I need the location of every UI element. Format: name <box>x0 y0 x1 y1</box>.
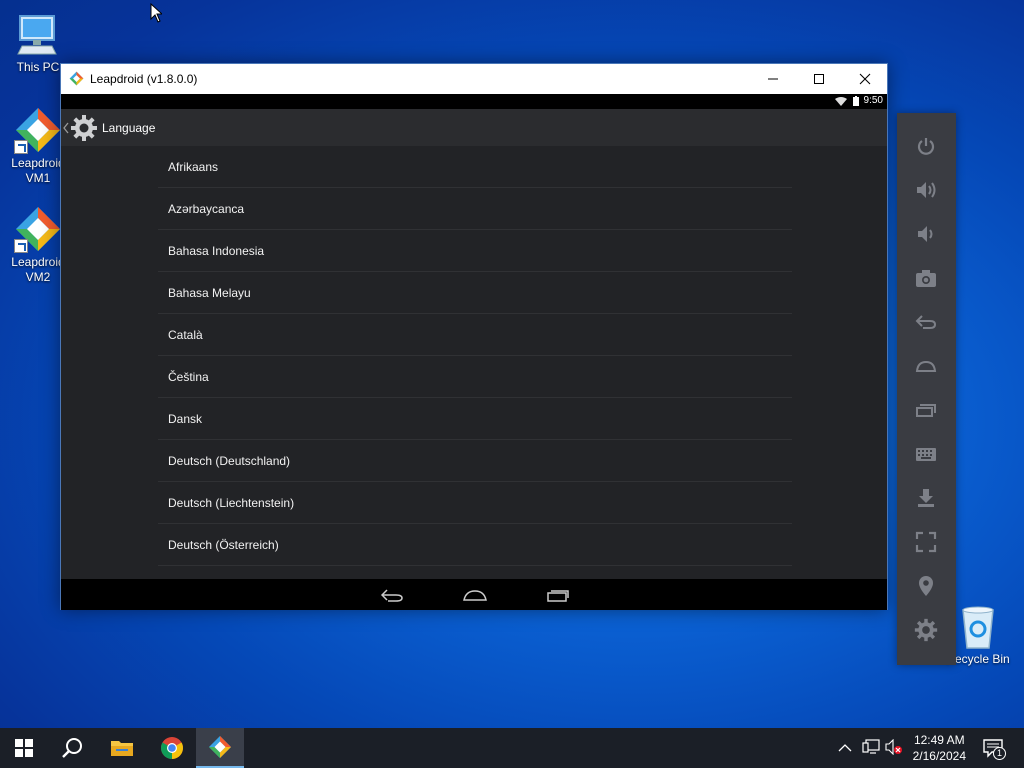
wifi-icon <box>835 97 847 106</box>
keyboard-icon <box>916 448 936 461</box>
recents-icon <box>547 590 569 602</box>
back-icon <box>915 315 937 329</box>
taskbar-chrome[interactable] <box>148 728 196 768</box>
language-item[interactable]: Azərbaycanca <box>158 188 792 230</box>
tool-home-button[interactable] <box>911 351 941 381</box>
settings-gear-icon <box>71 115 97 141</box>
language-item[interactable]: Bahasa Indonesia <box>158 230 792 272</box>
settings-icon <box>914 618 938 642</box>
screenshot-button[interactable] <box>911 263 941 293</box>
leapdroid-icon <box>69 71 84 86</box>
search-icon <box>62 738 82 758</box>
network-tray-button[interactable] <box>862 739 882 757</box>
taskbar-leapdroid[interactable] <box>196 728 244 768</box>
close-icon <box>859 73 871 85</box>
recycle-bin-icon <box>954 602 1002 650</box>
language-list: Afrikaans Azərbaycanca Bahasa Indonesia … <box>158 146 792 566</box>
language-item[interactable]: Deutsch (Deutschland) <box>158 440 792 482</box>
notification-count-badge: 1 <box>993 747 1006 760</box>
battery-icon <box>853 96 859 106</box>
tray-time: 12:49 AM <box>913 733 965 747</box>
android-clock: 9:50 <box>863 95 883 106</box>
volume-down-button[interactable] <box>911 219 941 249</box>
window-titlebar[interactable]: Leapdroid (v1.8.0.0) <box>61 64 887 94</box>
up-navigation-button[interactable] <box>63 113 101 143</box>
taskbar: 12:49 AM 2/16/2024 1 <box>0 728 1024 768</box>
window-title: Leapdroid (v1.8.0.0) <box>90 72 198 86</box>
keyboard-button[interactable] <box>911 439 941 469</box>
windows-logo-icon <box>15 739 33 757</box>
camera-icon <box>916 270 936 287</box>
shortcut-arrow-icon <box>14 239 28 253</box>
volume-up-icon <box>917 182 936 198</box>
mouse-cursor-icon <box>150 3 162 23</box>
maximize-button[interactable] <box>796 64 842 94</box>
shortcut-arrow-icon <box>14 140 28 154</box>
start-button[interactable] <box>0 728 48 768</box>
chevron-left-icon <box>63 122 69 134</box>
volume-down-icon <box>918 226 933 242</box>
desktop-icon-label: Leapdroid VM2 <box>11 255 65 284</box>
back-icon <box>380 589 403 602</box>
action-center-button[interactable]: 1 <box>980 736 1010 762</box>
show-hidden-icons-button[interactable] <box>838 740 854 756</box>
power-icon <box>917 138 935 155</box>
close-button[interactable] <box>842 64 888 94</box>
desktop-icon-label: Leapdroid VM1 <box>11 156 65 185</box>
android-action-bar: Language <box>61 109 887 146</box>
home-icon <box>915 360 937 372</box>
desktop-icon-label: This PC <box>16 60 60 74</box>
nav-home-button[interactable] <box>460 585 490 605</box>
chevron-up-icon <box>838 744 852 752</box>
language-item[interactable]: Čeština <box>158 356 792 398</box>
page-title: Language <box>102 121 156 135</box>
volume-muted-icon <box>885 738 902 756</box>
download-icon <box>918 489 934 507</box>
settings-button[interactable] <box>911 615 941 645</box>
emulator-tool-panel <box>897 113 956 665</box>
power-button[interactable] <box>911 131 941 161</box>
language-item[interactable]: Deutsch (Österreich) <box>158 524 792 566</box>
chrome-icon <box>161 737 183 759</box>
tool-recents-button[interactable] <box>911 395 941 425</box>
network-icon <box>862 739 880 754</box>
home-icon <box>463 590 487 601</box>
nav-recents-button[interactable] <box>543 585 573 605</box>
language-item[interactable]: Dansk <box>158 398 792 440</box>
recents-icon <box>916 404 936 417</box>
language-item[interactable]: Deutsch (Liechtenstein) <box>158 482 792 524</box>
location-button[interactable] <box>911 571 941 601</box>
tray-clock[interactable]: 12:49 AM 2/16/2024 <box>913 732 966 764</box>
leapdroid-icon <box>14 106 62 154</box>
taskbar-file-explorer[interactable] <box>98 728 146 768</box>
language-item[interactable]: Bahasa Melayu <box>158 272 792 314</box>
volume-tray-button[interactable] <box>885 738 905 757</box>
folder-icon <box>111 741 133 756</box>
fullscreen-button[interactable] <box>911 527 941 557</box>
maximize-icon <box>814 74 824 84</box>
language-item[interactable]: Català <box>158 314 792 356</box>
leapdroid-window: Leapdroid (v1.8.0.0) 9:50 Language Afrik… <box>60 63 888 610</box>
computer-icon <box>14 10 62 58</box>
location-icon <box>919 576 933 596</box>
minimize-button[interactable] <box>750 64 796 94</box>
search-button[interactable] <box>48 728 96 768</box>
fullscreen-icon <box>915 531 937 553</box>
language-item[interactable]: Afrikaans <box>158 146 792 188</box>
install-apk-button[interactable] <box>911 483 941 513</box>
android-screen: 9:50 Language Afrikaans Azərbaycanca Bah… <box>61 94 887 610</box>
tool-back-button[interactable] <box>911 307 941 337</box>
tray-date: 2/16/2024 <box>912 749 966 763</box>
volume-up-button[interactable] <box>911 175 941 205</box>
android-status-bar: 9:50 <box>61 94 887 109</box>
nav-back-button[interactable] <box>377 585 407 605</box>
leapdroid-icon <box>14 205 62 253</box>
leapdroid-icon <box>209 736 231 758</box>
android-nav-bar <box>61 579 887 610</box>
minimize-icon <box>768 78 778 80</box>
